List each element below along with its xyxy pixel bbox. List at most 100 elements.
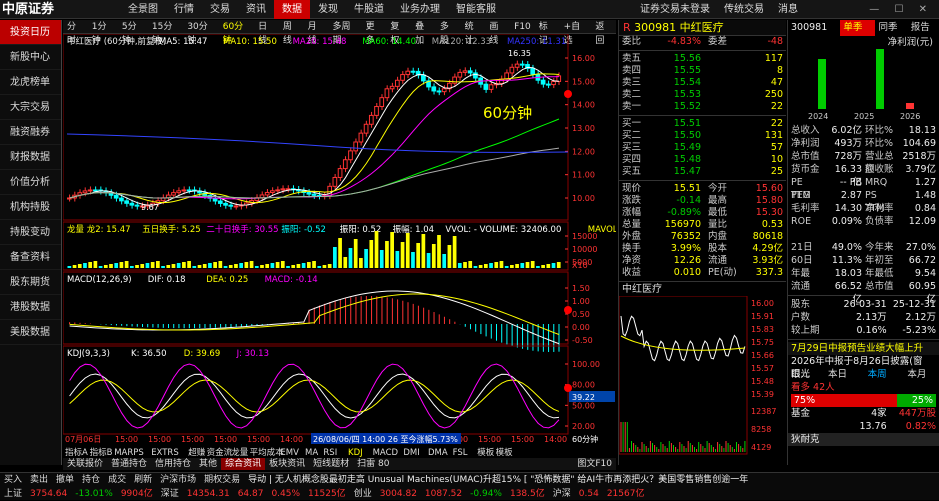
chart-tab[interactable]: +自选 [560, 20, 592, 46]
chart-tab[interactable]: 多股 [436, 20, 461, 46]
indicator-tab[interactable]: 指标A [65, 447, 88, 458]
indicator-tab[interactable]: DMA [428, 448, 448, 458]
chart-tab[interactable]: 分时 [63, 20, 88, 46]
trade-shortcut[interactable]: 成交 [108, 473, 126, 487]
chart-tab[interactable]: 多周期 [328, 20, 361, 46]
sidebar-item[interactable]: 财报数据 [0, 145, 61, 170]
order-book-row[interactable]: 买五 15.47 25 [619, 166, 786, 178]
top-menu-item[interactable]: 资讯 [238, 0, 274, 19]
mood-tab[interactable]: 本日 [828, 368, 860, 381]
trade-shortcut[interactable]: 刷新 [134, 473, 152, 487]
alert-icon[interactable] [564, 90, 572, 98]
order-book-row[interactable]: 卖一 15.52 22 [619, 101, 786, 113]
indicator-tab[interactable]: 龙量 [231, 447, 249, 458]
sidebar-item[interactable]: 龙虎榜单 [0, 70, 61, 95]
report-tab[interactable]: 单季 [840, 20, 875, 36]
info-tab[interactable]: 综合资讯 [221, 458, 266, 470]
f10-link[interactable]: 图文F10 [573, 458, 616, 470]
chart-tab[interactable]: 月线 [304, 20, 329, 46]
info-tab[interactable]: 其他 [195, 458, 221, 470]
top-menu-item[interactable]: 牛股道 [346, 0, 392, 19]
top-right-link[interactable]: 传统交易 [724, 0, 764, 19]
chart-tab[interactable]: 复权 [386, 20, 411, 46]
top-menu-item[interactable]: 发现 [310, 0, 346, 19]
sidebar-item[interactable]: 持股变动 [0, 220, 61, 245]
indicator-tab[interactable]: 超赚 [188, 447, 206, 458]
indicator-tab[interactable]: 资金流 [207, 447, 233, 458]
top-right-link[interactable]: 消息 [778, 0, 798, 19]
kline-chart-area[interactable]: 中红医疗 (60分钟,前复权)MA5: 15.47 MA10: 15.50 MA20… [63, 34, 616, 458]
order-book-row[interactable]: 卖五 15.56 117 [619, 53, 786, 65]
sidebar-item[interactable]: 备查资料 [0, 245, 61, 270]
order-book-row[interactable]: 买三 15.49 57 [619, 142, 786, 154]
top-menu-item[interactable]: 交易 [202, 0, 238, 19]
sidebar-item[interactable]: 新股中心 [0, 45, 61, 70]
trade-shortcut[interactable]: 买入 [4, 473, 22, 487]
alert-icon[interactable] [564, 384, 572, 392]
indicator-tab[interactable]: MA [305, 448, 318, 458]
chart-tab[interactable]: 周线 [279, 20, 304, 46]
chart-tab[interactable]: 叠加 [411, 20, 436, 46]
indicator-tab[interactable]: FSL [453, 448, 468, 458]
info-tab[interactable]: 扫雷 80 [353, 458, 393, 470]
trade-shortcut[interactable]: 持仓 [82, 473, 100, 487]
chart-tab[interactable]: 日线 [254, 20, 279, 46]
info-tab[interactable]: 短线题材 [309, 458, 353, 470]
sidebar-item[interactable]: 融资融券 [0, 120, 61, 145]
order-book-row[interactable]: 卖三 15.54 47 [619, 77, 786, 89]
chart-tab[interactable]: 15分钟 [148, 20, 183, 46]
chart-tab[interactable]: 30分钟 [183, 20, 218, 46]
chart-tab[interactable]: 统计 [461, 20, 486, 46]
indicator-tab[interactable]: RSI [323, 448, 337, 458]
chart-tab[interactable]: 5分钟 [118, 20, 148, 46]
sidebar-item[interactable]: 机构持股 [0, 195, 61, 220]
chart-tab[interactable]: 标记 [535, 20, 560, 46]
indicator-tab[interactable]: EXTRS [151, 448, 179, 458]
news-item-2[interactable]: 2026年中报于8月26日披露(窗口... [791, 355, 939, 380]
report-tab[interactable]: 同季 [879, 20, 907, 36]
info-tab[interactable]: 关联报价 [63, 458, 107, 470]
window-controls[interactable]: — ☐ ✕ [869, 0, 933, 19]
indicator-tab[interactable]: 指标B [90, 447, 113, 458]
indicator-tab[interactable]: EMV [280, 448, 299, 458]
chart-tab[interactable]: F10 [510, 20, 535, 33]
info-tab[interactable]: 信用持仓 [151, 458, 195, 470]
trade-shortcut[interactable]: 期权交易 [204, 473, 240, 487]
chart-tab[interactable]: 画线 [485, 20, 510, 46]
top-menu-item[interactable]: 智能客服 [448, 0, 504, 19]
report-tab[interactable]: 报告 [911, 20, 939, 36]
indicator-tab[interactable]: DMI [403, 448, 419, 458]
chart-tab[interactable]: 返回 [591, 20, 616, 46]
top-menu-item[interactable]: 业务办理 [392, 0, 448, 19]
news-item-1[interactable]: 7月29日中报预告业绩大幅上升 [791, 342, 939, 355]
info-tab[interactable]: 板块资讯 [265, 458, 309, 470]
top-menu-item[interactable]: 全景图 [120, 0, 166, 19]
top-right-link[interactable]: 证券交易未登录 [640, 0, 710, 19]
sidebar-item[interactable]: 价值分析 [0, 170, 61, 195]
mood-tab[interactable]: 本月 [907, 368, 939, 381]
top-menu-item[interactable]: 数据 [274, 0, 310, 19]
sidebar-item[interactable]: 投资日历 [0, 20, 61, 45]
chart-tab[interactable]: 更多 [362, 20, 387, 46]
order-book-row[interactable]: 买四 15.48 10 [619, 154, 786, 166]
sidebar-item[interactable]: 股东期货 [0, 270, 61, 295]
brand-name[interactable]: 狄耐克 [791, 433, 939, 446]
top-menu-item[interactable]: 行情 [166, 0, 202, 19]
indicator-tab[interactable]: 模板 [477, 447, 495, 458]
indicator-tab[interactable]: KDJ [348, 448, 363, 458]
indicator-tab[interactable]: MARPS [114, 448, 144, 458]
indicator-tab[interactable]: 模板 [496, 447, 514, 458]
mood-tab[interactable]: 本周 [868, 368, 900, 381]
indicator-tab[interactable]: 平均成本 [250, 447, 285, 458]
order-book-row[interactable]: 买一 15.51 22 [619, 118, 786, 130]
trade-shortcut[interactable]: 卖出 [30, 473, 48, 487]
sidebar-item[interactable]: 港股数据 [0, 295, 61, 320]
info-tab[interactable]: 普通持仓 [107, 458, 151, 470]
trade-shortcut[interactable]: 撤单 [56, 473, 74, 487]
sidebar-item[interactable]: 大宗交易 [0, 95, 61, 120]
chart-tab[interactable]: 1分钟 [88, 20, 118, 46]
trade-shortcut[interactable]: 沪深市场 [160, 473, 196, 487]
alert-icon[interactable] [564, 306, 572, 314]
intraday-mini-chart[interactable]: 16.00 15.91 15.83 15.75 15.66 15.57 15.48 15.39… [618, 295, 786, 456]
chart-tab[interactable]: 60分钟 [219, 20, 254, 46]
